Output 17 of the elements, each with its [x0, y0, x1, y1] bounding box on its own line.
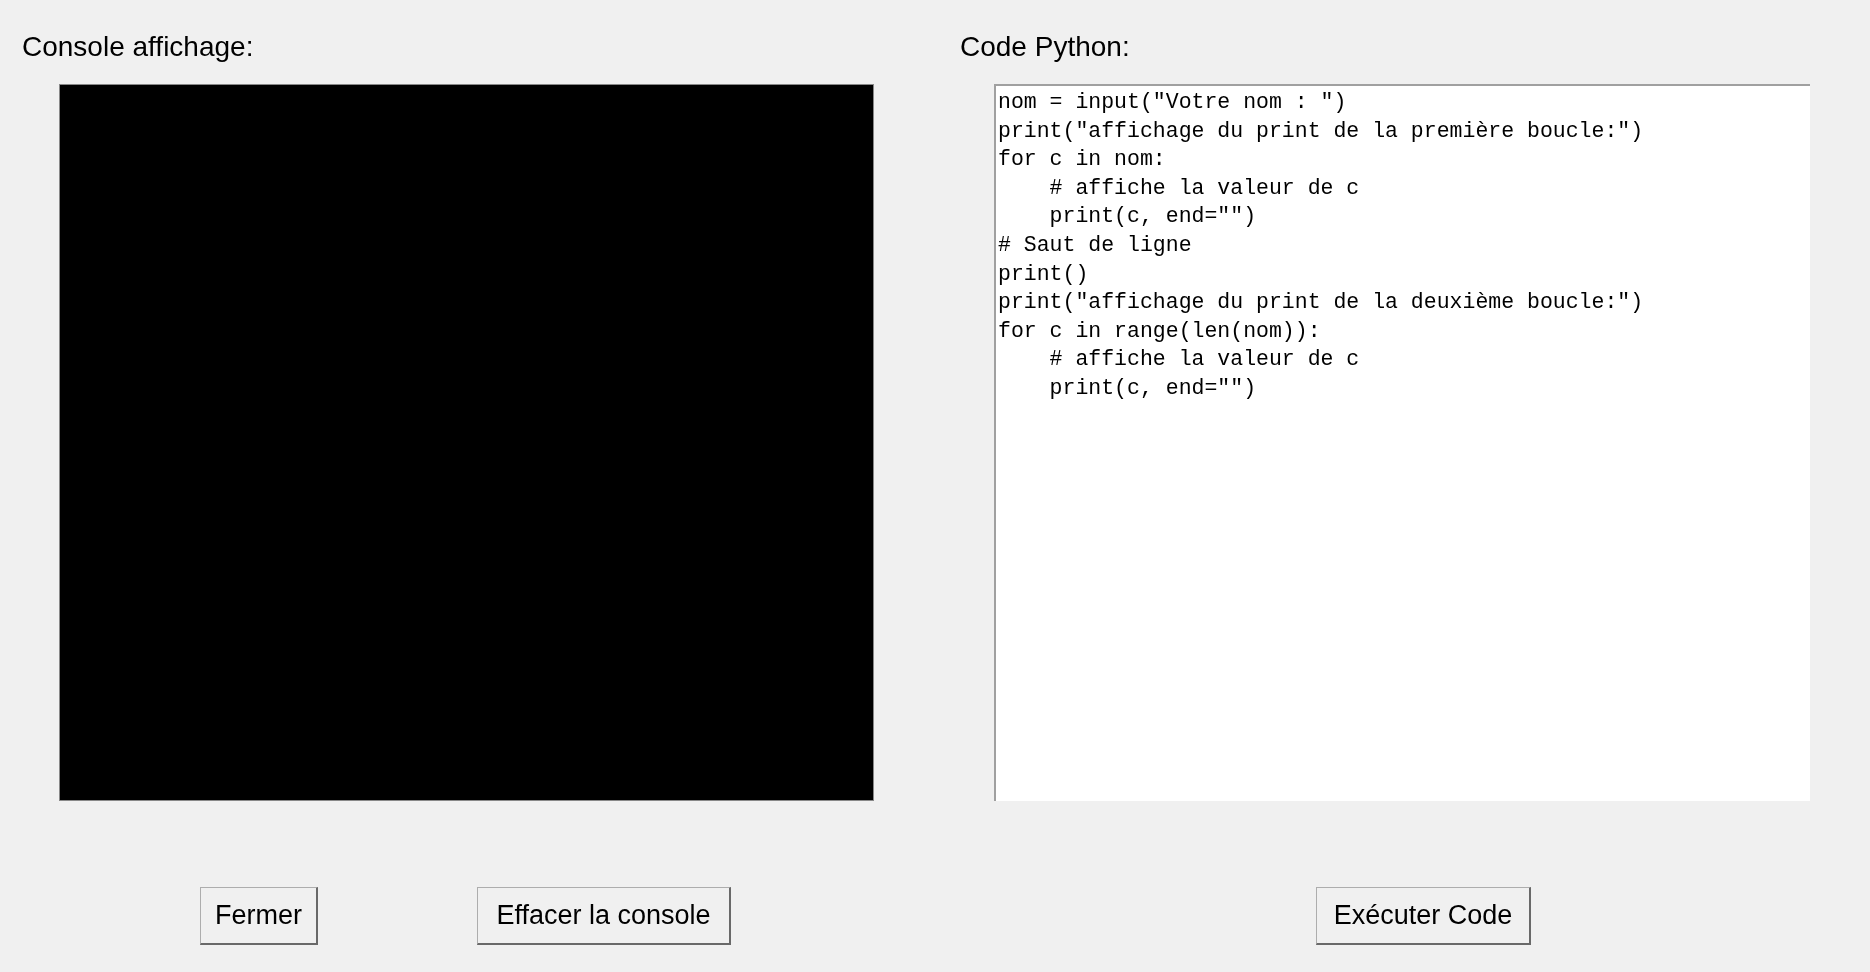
code-line: print() [998, 260, 1090, 288]
code-line: nom = input("Votre nom : ") [998, 89, 1348, 116]
code-line: # affiche la valeur de c [1048, 346, 1361, 374]
console-title: Console affichage: [22, 30, 255, 64]
code-line: print("affichage du print de la deuxième boucle:") [998, 289, 1645, 317]
button[interactable]: Exécuter Code [1316, 887, 1531, 945]
button[interactable]: Fermer [200, 887, 318, 945]
code-line: for c in nom: [998, 146, 1167, 174]
button[interactable]: Effacer la console [477, 887, 731, 945]
code-line: # Saut de ligne [998, 231, 1193, 259]
code-line: print("affichage du print de la première boucle:") [998, 117, 1645, 145]
code-line: print(c, end="") [1048, 203, 1258, 231]
code-line: for c in range(len(nom)): [998, 317, 1322, 345]
code-line: # affiche la valeur de c [1048, 174, 1361, 202]
code-editor[interactable] [994, 84, 1810, 801]
code-title: Code Python: [960, 30, 1131, 64]
code-line: print(c, end="") [1048, 374, 1258, 402]
